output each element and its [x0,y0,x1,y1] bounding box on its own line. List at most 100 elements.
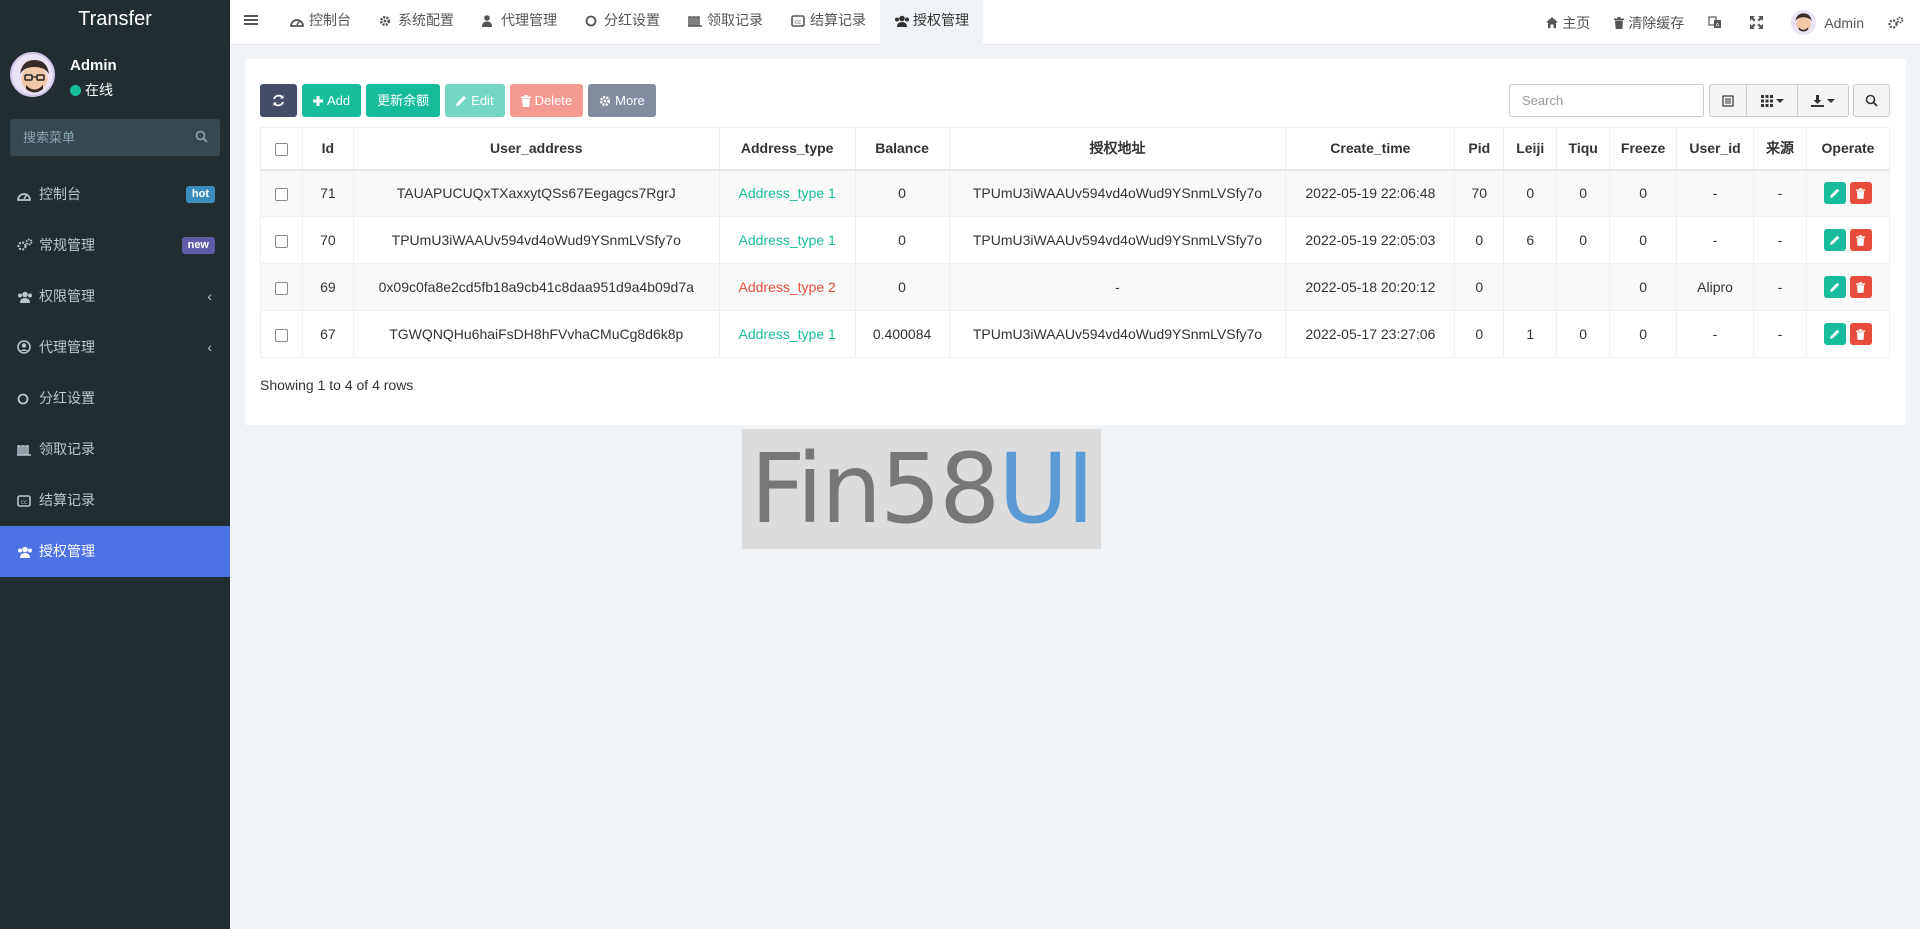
columns-button[interactable] [1746,84,1798,117]
more-button[interactable]: More [588,84,656,117]
advanced-search-button[interactable] [1853,84,1890,117]
column-header[interactable]: Freeze [1609,127,1678,171]
table-row[interactable]: 67 TGWQNQHu6haiFsDH8hFVvhaCMuCg8d6k8p Ad… [260,310,1891,358]
clear-cache-button[interactable]: 清除缓存 [1602,3,1696,43]
cell-address-type[interactable]: Address_type 1 [718,216,856,264]
tab-label: 系统配置 [398,12,454,28]
table-view-tools [1709,84,1849,117]
brand-title[interactable]: Transfer [0,0,230,38]
column-header[interactable]: Tiqu [1556,127,1611,171]
column-header[interactable]: User_address [352,127,720,171]
sidebar-search [10,119,220,156]
tab-system-config[interactable]: 系统配置 [365,0,468,45]
column-header[interactable]: Leiji [1503,127,1558,171]
delete-button[interactable]: Delete [509,84,584,117]
edit-label: Edit [471,93,494,108]
tab-agents[interactable]: 代理管理 [468,0,571,45]
user-menu[interactable]: Admin [1779,3,1876,43]
table-row[interactable]: 70 TPUmU3iWAAUv594vd4oWud9YSnmLVSfy7o Ad… [260,216,1891,264]
tab-dividends[interactable]: 分红设置 [571,0,674,45]
row-select-cell [260,169,303,217]
update-balance-button[interactable]: 更新余额 [366,84,441,117]
cogs-icon [17,222,33,273]
cell-address-type[interactable]: Address_type 1 [718,169,856,217]
sidebar-item-permissions[interactable]: 权限管理 ‹ [0,271,230,322]
table-row[interactable]: 69 0x09c0fa8e2cd5fb18a9cb41c8daa951d9a4b… [260,263,1891,311]
export-button[interactable] [1797,84,1849,117]
row-checkbox[interactable] [274,281,288,295]
user-circle-icon [17,324,33,375]
menu-search-input[interactable] [10,119,180,156]
select-all-checkbox[interactable] [274,143,288,157]
toggle-view-button[interactable] [1709,84,1747,117]
sidebar-item-dashboard[interactable]: 控制台 hot [0,169,230,220]
row-delete-button[interactable] [1849,229,1872,251]
column-header[interactable]: 来源 [1753,127,1807,171]
cell-leiji: 0 [1503,169,1558,217]
tab-label: 控制台 [309,12,351,28]
column-header[interactable]: 授权地址 [948,127,1287,171]
sidebar-item-dividends[interactable]: 分红设置 [0,373,230,424]
cogs-icon [1888,16,1904,29]
tab-authorization[interactable]: 授权管理 [880,0,983,45]
table-search-input[interactable] [1509,84,1704,117]
download-icon [1811,94,1824,107]
cell-create-time: 2022-05-19 22:06:48 [1285,169,1456,217]
pencil-icon [456,95,467,106]
row-edit-button[interactable] [1823,182,1846,205]
sidebar-item-label: 权限管理 [39,288,95,304]
column-header[interactable]: Create_time [1285,127,1456,171]
row-delete-button[interactable] [1849,323,1872,345]
row-edit-button[interactable] [1823,323,1846,345]
svg-text:cc: cc [21,499,28,506]
column-header[interactable]: Id [301,127,354,171]
table-row[interactable]: 71 TAUAPUCUQxTXaxxytQSs67Eegagcs7RgrJ Ad… [260,169,1891,217]
row-checkbox[interactable] [274,328,288,342]
row-edit-button[interactable] [1823,229,1846,251]
sidebar-item-authorization[interactable]: 授权管理 [0,526,230,577]
column-header[interactable]: User_id [1676,127,1755,171]
row-edit-button[interactable] [1823,276,1846,298]
cell-auth-address: TPUmU3iWAAUv594vd4oWud9YSnmLVSfy7o [948,216,1287,264]
tab-label: 结算记录 [810,12,866,28]
row-delete-button[interactable] [1849,276,1872,298]
language-toggle[interactable]: A [1696,3,1738,43]
sidebar-item-claims[interactable]: 领取记录 [0,424,230,475]
row-checkbox[interactable] [274,188,288,202]
row-checkbox[interactable] [274,234,288,248]
tab-claims[interactable]: 领取记录 [674,0,777,45]
sidebar-item-general[interactable]: 常规管理 new [0,220,230,271]
select-all-header [260,127,303,171]
caret-down-icon [1775,98,1784,103]
column-header[interactable]: Address_type [718,127,856,171]
online-dot-icon [70,85,81,96]
row-actions [1823,323,1872,345]
trash-icon [1856,281,1866,293]
settings-button[interactable] [1876,3,1920,43]
cell-id: 69 [301,263,354,311]
add-button[interactable]: Add [302,84,362,117]
sidebar-item-agents[interactable]: 代理管理 ‹ [0,322,230,373]
users-icon [17,273,33,324]
search-icon[interactable] [195,130,208,146]
refresh-button[interactable] [260,84,297,117]
column-header[interactable]: Pid [1454,127,1505,171]
cell-user-id: Alipro [1676,263,1755,311]
svg-text:A: A [1716,23,1720,29]
dashboard-icon [17,171,33,222]
tab-dashboard[interactable]: 控制台 [276,0,365,45]
refresh-icon [273,94,284,107]
tab-label: 分红设置 [604,12,660,28]
cell-address-type[interactable]: Address_type 1 [718,310,856,358]
menu-toggle-icon[interactable] [244,13,258,29]
edit-button[interactable]: Edit [445,84,505,117]
fullscreen-button[interactable] [1738,3,1779,43]
row-delete-button[interactable] [1849,182,1872,205]
sidebar-item-settlements[interactable]: cc 结算记录 [0,475,230,526]
sidebar-menu: 控制台 hot 常规管理 new 权限管理 ‹ 代理管理 ‹ 分红设置 领取记录… [0,169,230,577]
home-link[interactable]: 主页 [1534,3,1602,43]
tab-settlements[interactable]: cc 结算记录 [777,0,880,45]
cell-address-type[interactable]: Address_type 2 [718,263,856,311]
column-header[interactable]: Balance [854,127,950,171]
table-body: 71 TAUAPUCUQxTXaxxytQSs67Eegagcs7RgrJ Ad… [260,169,1891,358]
